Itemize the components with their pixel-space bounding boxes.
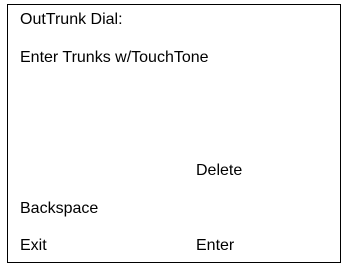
enter-softkey[interactable]: Enter xyxy=(196,236,234,255)
backspace-softkey[interactable]: Backspace xyxy=(20,199,98,218)
screen-title: OutTrunk Dial: xyxy=(20,11,123,28)
phone-display-screen xyxy=(7,4,341,263)
exit-softkey[interactable]: Exit xyxy=(20,236,47,255)
delete-softkey[interactable]: Delete xyxy=(196,161,242,180)
screen-prompt: Enter Trunks w/TouchTone xyxy=(20,49,209,66)
